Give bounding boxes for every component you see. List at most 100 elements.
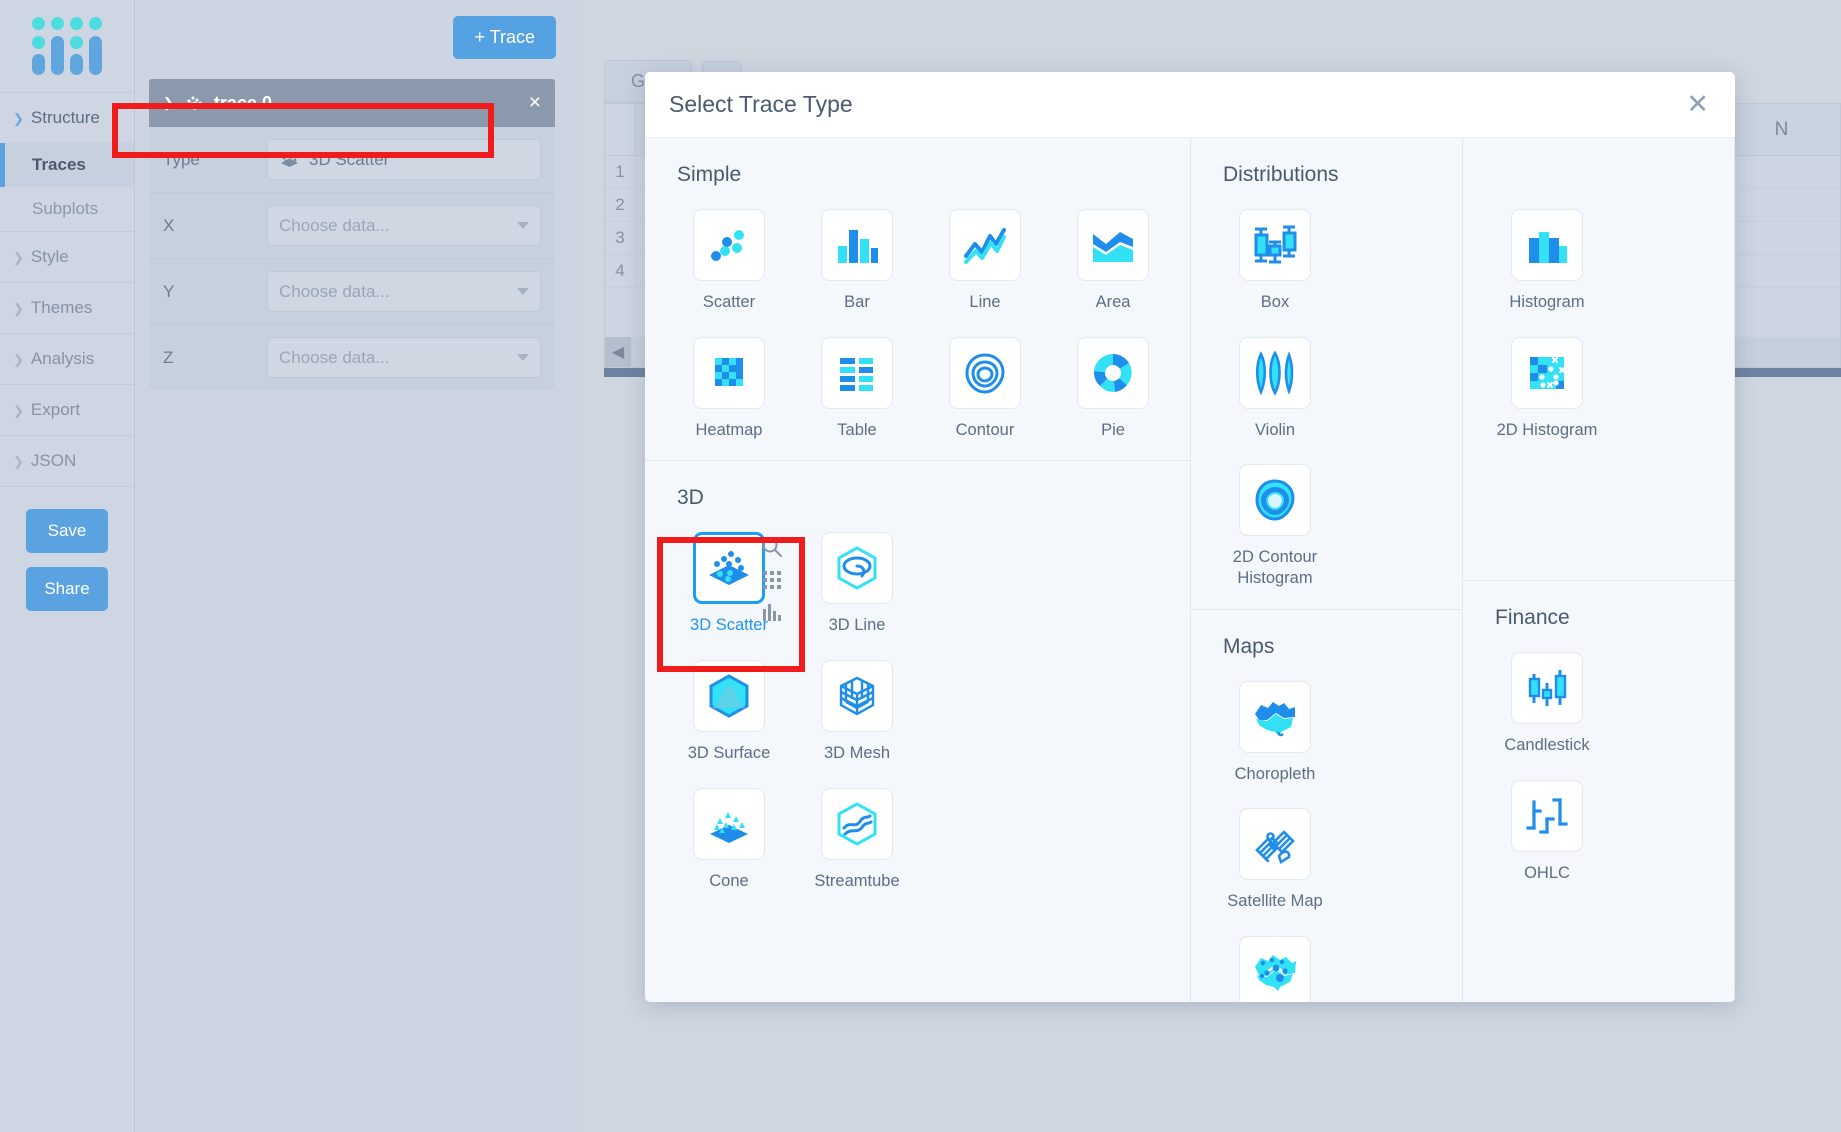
trace-type-heatmap[interactable]: Heatmap [665, 333, 793, 461]
trace-card: ❯ trace 0 × Type 3D Scatter X Choose dat… [149, 79, 555, 390]
bar-icon [821, 209, 893, 281]
nav-group-themes: ❯ Themes [0, 282, 134, 333]
share-button[interactable]: Share [26, 567, 108, 611]
nav-group-export: ❯ Export [0, 384, 134, 435]
trace-type-cone[interactable]: Cone [665, 784, 793, 912]
field-label-x: X [163, 215, 175, 235]
tile-label: Satellite Map [1227, 892, 1323, 911]
trace-type-table[interactable]: Table [793, 333, 921, 461]
contour-icon [949, 336, 1021, 409]
row-number: 3 [615, 228, 625, 247]
z-data-select[interactable]: Choose data... [267, 337, 541, 378]
close-icon[interactable]: × [529, 91, 541, 115]
trace-field-z: Z Choose data... [149, 325, 555, 390]
sidebar-item-themes[interactable]: ❯ Themes [0, 283, 134, 333]
contour-histogram-2d-icon [1239, 464, 1311, 537]
line-icon [949, 209, 1021, 281]
trace-type-3d-line[interactable]: 3D Line [793, 528, 921, 656]
grid-icon[interactable] [762, 570, 782, 590]
pie-icon [1077, 336, 1149, 409]
trace-type-violin[interactable]: Violin [1211, 333, 1339, 461]
trace-type-box[interactable]: Box [1211, 205, 1339, 333]
trace-type-ohlc[interactable]: OHLC [1483, 776, 1611, 904]
trace-type-line[interactable]: Line [921, 205, 1049, 333]
close-icon[interactable]: ✕ [1686, 91, 1709, 118]
trace-type-3d-scatter[interactable]: 3D Scatter [665, 528, 793, 656]
trace-field-x: X Choose data... [149, 193, 555, 259]
modal-header: Select Trace Type ✕ [645, 72, 1735, 138]
trace-type-histogram[interactable]: Histogram [1483, 205, 1611, 333]
trace-card-header[interactable]: ❯ trace 0 × [149, 79, 555, 127]
tile-label: Table [837, 420, 877, 439]
trace-type-bar[interactable]: Bar [793, 205, 921, 333]
row-number: 1 [615, 162, 625, 181]
plotly-logo-icon [32, 17, 102, 75]
tile-label: Histogram [1509, 293, 1585, 311]
chevron-down-icon [517, 354, 529, 361]
tile-label: Streamtube [814, 871, 900, 890]
trace-type-pie[interactable]: Pie [1049, 333, 1177, 461]
trace-type-2d-contour-histogram[interactable]: 2D Contour Histogram [1211, 460, 1339, 608]
trace-type-2d-histogram[interactable]: 2D Histogram [1483, 333, 1611, 461]
trace-type-value: 3D Scatter [309, 149, 390, 169]
sidebar-item-subplots[interactable]: Subplots [0, 187, 134, 231]
y-data-select[interactable]: Choose data... [267, 271, 541, 312]
section-title-3d: 3D [677, 486, 704, 510]
satellite-map-icon [1239, 808, 1311, 881]
trace-type-select[interactable]: 3D Scatter [267, 139, 541, 180]
row-number: 2 [615, 195, 625, 214]
section-title-simple: Simple [677, 163, 742, 186]
tile-label: Box [1260, 293, 1290, 311]
sidebar-item-style[interactable]: ❯ Style [0, 232, 134, 282]
sidebar-label-themes: Themes [30, 298, 93, 317]
tile-label: Scatter [702, 293, 756, 311]
modal-column-mid: Distributions Box Violin 2D Contour Hist… [1190, 138, 1462, 1002]
tile-label: Choropleth [1234, 764, 1316, 783]
save-button[interactable]: Save [26, 509, 108, 553]
tile-label: Cone [709, 871, 749, 890]
modal-column-specialized: Specialized [1734, 138, 1735, 1002]
sidebar-item-json[interactable]: ❯ JSON [0, 436, 134, 486]
trace-type-choropleth[interactable]: Choropleth [1211, 677, 1339, 805]
sidebar-item-analysis[interactable]: ❯ Analysis [0, 334, 134, 384]
trace-type-satellite-map[interactable]: Satellite Map [1211, 804, 1339, 932]
modal-title: Select Trace Type [669, 91, 853, 117]
section-title-distributions: Distributions [1223, 163, 1339, 186]
trace-title: trace 0 [213, 92, 272, 113]
trace-type-atlas-map[interactable]: Atlas Map [1211, 932, 1339, 1002]
chevron-right-icon: ❯ [13, 351, 24, 367]
bar-chart-icon[interactable] [762, 602, 782, 622]
modal-section-distributions-left: Distributions Box Violin 2D Contour Hist… [1191, 138, 1462, 610]
trace-type-scatter[interactable]: Scatter [665, 205, 793, 333]
trace-type-3d-surface[interactable]: 3D Surface [665, 656, 793, 784]
trace-type-3d-mesh[interactable]: 3D Mesh [793, 656, 921, 784]
tile-label: Bar [844, 293, 870, 311]
chart-studio-app: ❯ Structure Traces Subplots ❯ Style ❯ Th… [0, 0, 1841, 1132]
sidebar-item-traces[interactable]: Traces [0, 143, 134, 187]
tile-label: Violin [1254, 420, 1296, 439]
sidebar-item-structure[interactable]: ❯ Structure [0, 93, 134, 143]
add-trace-button[interactable]: + Trace [453, 16, 556, 59]
trace-type-area[interactable]: Area [1049, 205, 1177, 333]
streamtube-icon [821, 787, 893, 860]
sidebar-item-export[interactable]: ❯ Export [0, 385, 134, 435]
cone-icon [693, 787, 765, 860]
search-icon[interactable] [761, 536, 783, 558]
modal-section-finance: Finance Candlestick OHLC [1463, 581, 1734, 903]
nav-group-style: ❯ Style [0, 231, 134, 282]
tile-label: 2D Contour Histogram [1232, 548, 1318, 587]
column-label-N: N [1774, 118, 1789, 140]
trace-type-candlestick[interactable]: Candlestick [1483, 648, 1611, 776]
atlas-map-icon [1239, 935, 1311, 1002]
mesh-3d-icon [821, 659, 893, 732]
line-3d-icon [821, 532, 893, 605]
x-data-select[interactable]: Choose data... [267, 205, 541, 246]
scroll-left-icon[interactable]: ◀ [605, 342, 631, 362]
trace-type-contour[interactable]: Contour [921, 333, 1049, 461]
column-header-N[interactable]: N [1722, 104, 1840, 155]
sidebar-label-traces: Traces [32, 155, 86, 174]
scatter-3d-glyph-icon [279, 152, 300, 168]
trace-type-streamtube[interactable]: Streamtube [793, 784, 921, 912]
trace-panel: + Trace ❯ trace 0 × Type 3D Scatter X Ch… [136, 0, 580, 1132]
field-label-type: Type [163, 149, 200, 169]
